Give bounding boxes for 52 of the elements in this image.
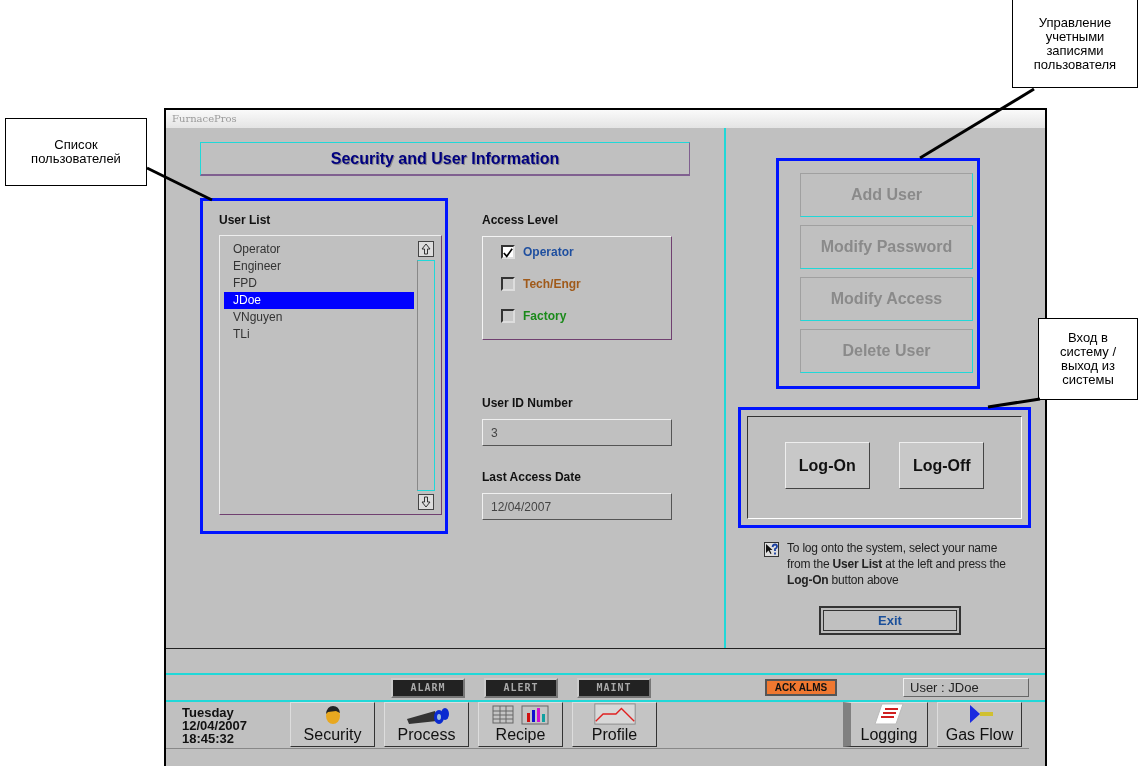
screen-title: Security and User Information: [200, 142, 690, 176]
access-level-option: Tech/Engr: [523, 277, 581, 291]
nav-button[interactable]: Security: [290, 702, 375, 747]
date-text: 12/04/2007: [182, 719, 249, 732]
scrollbar-track[interactable]: [417, 260, 435, 491]
nav-button[interactable]: Logging: [843, 702, 928, 747]
ack-alarms-button[interactable]: ACK ALMS: [765, 679, 837, 696]
nav-button[interactable]: Process: [384, 702, 469, 747]
user-list-item[interactable]: TLi: [224, 326, 414, 343]
document-icon: [874, 703, 904, 725]
last-access-field[interactable]: 12/04/2007: [482, 493, 672, 520]
help-text: To log onto the system, select your name from the User List at the left and press the Log-On button above: [787, 540, 1007, 588]
nav-button[interactable]: Recipe: [478, 702, 563, 747]
user-id-field[interactable]: 3: [482, 419, 672, 446]
line-chart-icon: [591, 703, 638, 725]
checkbox[interactable]: [501, 309, 515, 323]
session-button[interactable]: Log-Off: [899, 442, 985, 489]
user-list-label: User List: [219, 213, 272, 227]
access-level-label: Access Level: [482, 213, 560, 227]
session-button[interactable]: Log-On: [784, 442, 870, 489]
help-icon: [764, 542, 779, 557]
leader-line: [987, 397, 1041, 409]
user-listbox[interactable]: Operator Engineer FPD JDoe VNguyen TLi: [219, 235, 442, 515]
checkbox[interactable]: [501, 245, 515, 259]
callout-label: Управление учетными записями пользователя: [1012, 0, 1138, 88]
scroll-up-button[interactable]: [418, 241, 434, 257]
alarm-indicator: ALARM: [391, 677, 465, 698]
person-icon: [323, 705, 342, 725]
alarm-indicator: ALERT: [484, 677, 558, 698]
nav-button[interactable]: Gas Flow: [937, 702, 1022, 747]
exit-button[interactable]: Exit: [819, 606, 961, 635]
callout-label: Список пользователей: [5, 118, 147, 186]
callout-label: Вход в систему / выход из системы: [1038, 318, 1138, 400]
access-level-option: Operator: [523, 245, 574, 259]
table-chart-icon: [491, 705, 550, 725]
current-user-field: User : JDoe: [903, 678, 1029, 697]
last-access-label: Last Access Date: [482, 470, 582, 484]
access-level-option: Factory: [523, 309, 567, 323]
user-list-item[interactable]: VNguyen: [224, 309, 414, 326]
user-id-label: User ID Number: [482, 396, 574, 410]
user-list-item[interactable]: FPD: [224, 275, 414, 292]
user-list-item[interactable]: Operator: [224, 241, 414, 258]
day-text: Tuesday: [182, 706, 234, 719]
user-list-item[interactable]: JDoe: [224, 292, 414, 309]
time-text: 18:45:32: [182, 732, 236, 745]
binoculars-icon: [404, 707, 449, 725]
scroll-down-button[interactable]: [418, 494, 434, 510]
user-list-item[interactable]: Engineer: [224, 258, 414, 275]
window-title: FurnacePros: [166, 110, 1045, 128]
checkbox[interactable]: [501, 277, 515, 291]
alarm-indicator: MAINT: [577, 677, 651, 698]
nav-button[interactable]: Profile: [572, 702, 657, 747]
